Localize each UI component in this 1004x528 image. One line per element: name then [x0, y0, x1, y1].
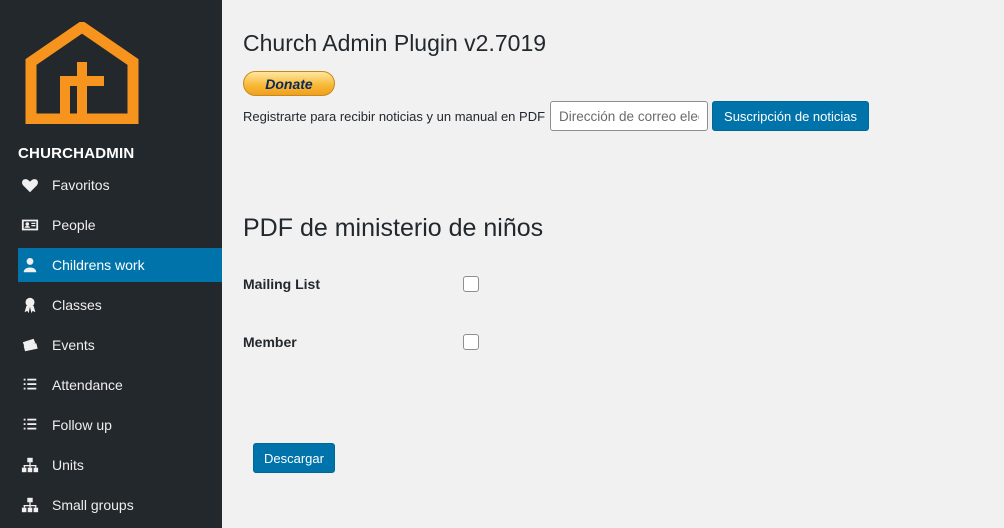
heart-icon	[20, 175, 40, 195]
churchadmin-logo	[25, 22, 139, 124]
sidebar-item-classes[interactable]: Classes	[18, 288, 222, 322]
sidebar-item-favoritos[interactable]: Favoritos	[18, 168, 222, 202]
sidebar-item-label: People	[52, 217, 96, 233]
sidebar-item-label: Favoritos	[52, 177, 110, 193]
sidebar-item-label: Classes	[52, 297, 102, 313]
sidebar-item-childrens-work[interactable]: Childrens work	[18, 248, 222, 282]
sidebar-item-people[interactable]: People	[18, 208, 222, 242]
newsletter-form: Registrarte para recibir noticias y un m…	[243, 101, 869, 131]
sidebar-item-label: Units	[52, 457, 84, 473]
section-title: PDF de ministerio de niños	[243, 214, 544, 242]
hierarchy-icon	[20, 455, 40, 475]
sidebar-item-label: Childrens work	[52, 257, 145, 273]
page-title: Church Admin Plugin v2.7019	[243, 30, 547, 56]
brand-name: CHURCHADMIN	[18, 145, 135, 162]
newsletter-label: Registrarte para recibir noticias y un m…	[243, 108, 546, 124]
sidebar-item-attendance[interactable]: Attendance	[18, 368, 222, 402]
sidebar-item-small-groups[interactable]: Small groups	[18, 488, 222, 522]
mailing-list-checkbox[interactable]	[463, 276, 479, 292]
person-icon	[20, 255, 40, 275]
list-icon	[20, 375, 40, 395]
sidebar-menu: Favoritos People Childrens work Classes …	[18, 168, 222, 528]
admin-sidebar: CHURCHADMIN Favoritos People Childrens w…	[0, 0, 222, 528]
mailing-list-label: Mailing List	[243, 276, 320, 292]
sidebar-item-label: Small groups	[52, 497, 134, 513]
mailing-list-row: Mailing List	[243, 274, 643, 294]
member-label: Member	[243, 334, 297, 350]
email-field[interactable]	[550, 101, 709, 131]
sidebar-item-events[interactable]: Events	[18, 328, 222, 362]
sidebar-item-label: Attendance	[52, 377, 123, 393]
tickets-icon	[20, 335, 40, 355]
sidebar-item-label: Events	[52, 337, 95, 353]
list-icon	[20, 415, 40, 435]
download-button[interactable]: Descargar	[253, 443, 335, 473]
sidebar-item-follow-up[interactable]: Follow up	[18, 408, 222, 442]
member-checkbox[interactable]	[463, 334, 479, 350]
id-card-icon	[20, 215, 40, 235]
main-content: Church Admin Plugin v2.7019 Donate Regis…	[243, 0, 1004, 528]
sidebar-item-units[interactable]: Units	[18, 448, 222, 482]
award-icon	[20, 295, 40, 315]
subscribe-button[interactable]: Suscripción de noticias	[712, 101, 869, 131]
member-row: Member	[243, 332, 643, 352]
hierarchy-icon	[20, 495, 40, 515]
sidebar-item-label: Follow up	[52, 417, 112, 433]
donate-button[interactable]: Donate	[243, 71, 335, 96]
